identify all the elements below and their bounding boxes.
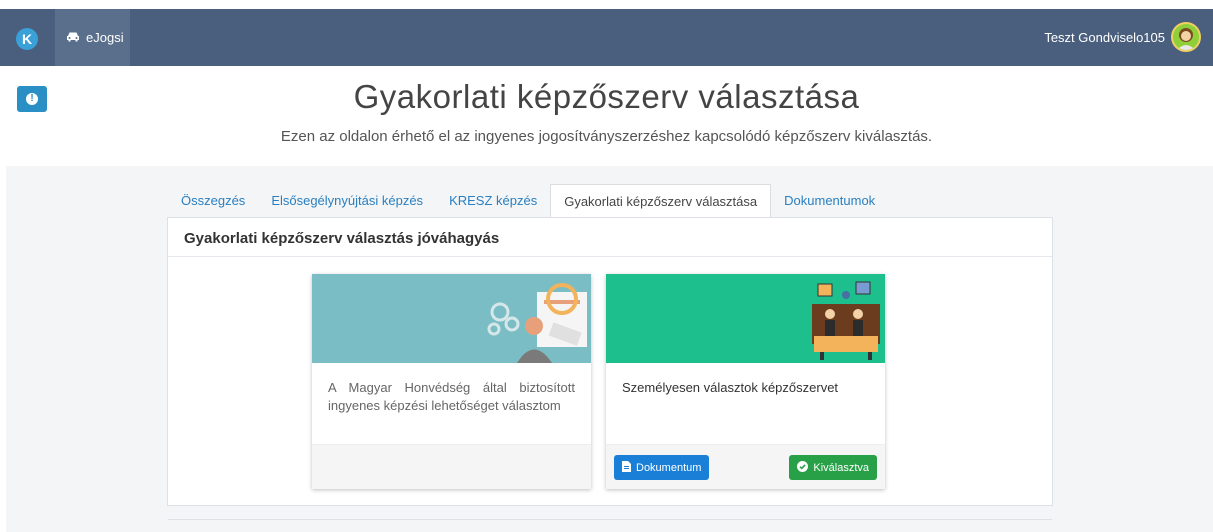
tab-bar: Összegzés Elsősegélynyújtási képzés KRES… [168,184,888,218]
nav-app-ejogsi[interactable]: eJogsi [55,9,130,66]
tab-gyakorlati[interactable]: Gyakorlati képzőszerv választása [550,184,772,218]
selected-button[interactable]: Kiválasztva [789,455,877,480]
selected-button-label: Kiválasztva [813,461,869,474]
panel-title: Gyakorlati képzőszerv választás jóváhagy… [168,218,1052,257]
option-card-szemelyes[interactable]: Személyesen választok képzőszervet Dokum… [606,274,885,489]
card-footer: Dokumentum Kiválasztva [606,444,885,489]
document-icon [622,460,631,475]
nav-app-label: eJogsi [86,30,124,45]
option-card-honvedseg[interactable]: A Magyar Honvédség által biztosított ing… [312,274,591,489]
document-button-label: Dokumentum [636,461,702,474]
document-button[interactable]: Dokumentum [614,455,710,480]
car-icon [66,30,80,45]
app-logo[interactable]: K [16,28,38,50]
card-text: A Magyar Honvédség által biztosított ing… [328,380,575,413]
card-text: Személyesen választok képzőszervet [622,380,839,395]
check-circle-icon [797,460,809,475]
tab-dokumentumok[interactable]: Dokumentumok [771,184,888,217]
tab-osszegzes[interactable]: Összegzés [168,184,258,217]
user-avatar[interactable] [1171,22,1201,52]
card-footer [312,444,591,489]
card-illustration-office [606,274,885,363]
top-navbar [0,9,1213,66]
divider [168,519,1052,520]
page-subtitle: Ezen az oldalon érhető el az ingyenes jo… [280,128,933,145]
card-illustration-gears [312,274,591,363]
user-name[interactable]: Teszt Gondviselo105 [1044,30,1165,45]
page-title: Gyakorlati képzőszerv választása [353,78,860,115]
tab-elsosegely[interactable]: Elsősegélynyújtási képzés [258,184,436,217]
logo-letter: K [21,31,33,47]
tab-kresz[interactable]: KRESZ képzés [436,184,550,217]
